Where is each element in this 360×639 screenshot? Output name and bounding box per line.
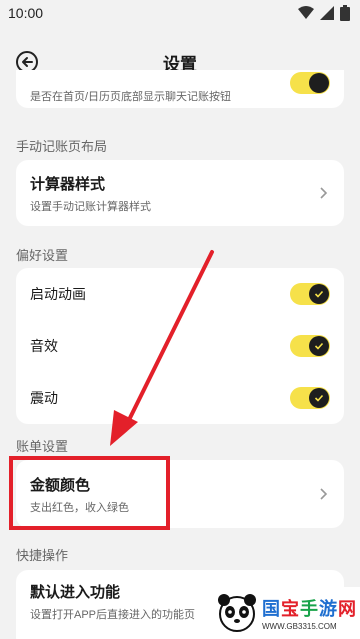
watermark: 国宝手游网 WWW.GB3315.COM: [210, 587, 360, 639]
annotation-arrow: [110, 250, 214, 446]
watermark-brand: 国宝手游网: [262, 599, 357, 619]
watermark-url: WWW.GB3315.COM: [262, 622, 337, 631]
panda-logo-icon: [218, 594, 256, 632]
